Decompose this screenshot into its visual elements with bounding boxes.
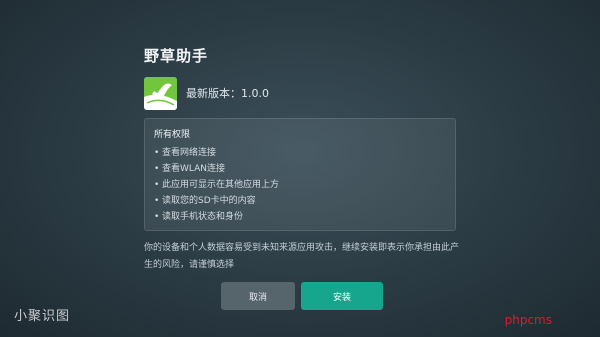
app-title: 野草助手 xyxy=(144,47,209,65)
watermark-left: 小聚识图 xyxy=(14,309,71,324)
permission-item: • 读取手机状态和身份 xyxy=(154,212,244,222)
permission-item: • 读取您的SD卡中的内容 xyxy=(154,196,256,206)
install-button[interactable]: 安装 xyxy=(301,282,383,310)
watermark-right: phpcms xyxy=(504,313,552,327)
permissions-panel[interactable]: 所有权限 • 查看网络连接 • 查看WLAN连接 • 此应用可显示在其他应用上方 • 读… xyxy=(144,118,456,231)
permissions-title: 所有权限 xyxy=(154,130,191,140)
cancel-button[interactable]: 取消 xyxy=(221,282,295,310)
security-warning: 你的设备和个人数据容易受到未知来源应用攻击，继续安装即表示你承担由此产 生的风险… xyxy=(144,240,459,274)
permission-item: • 查看网络连接 xyxy=(154,148,217,158)
permission-item: • 查看WLAN连接 xyxy=(154,164,226,174)
warning-line-1: 你的设备和个人数据容易受到未知来源应用攻击，继续安装即表示你承担由此产 xyxy=(144,243,460,253)
permission-item: • 此应用可显示在其他应用上方 xyxy=(154,180,280,190)
warning-line-2: 生的风险，请谨慎选择 xyxy=(144,260,235,270)
version-text: 最新版本：1.0.0 xyxy=(186,87,269,100)
app-logo-icon xyxy=(144,77,177,110)
